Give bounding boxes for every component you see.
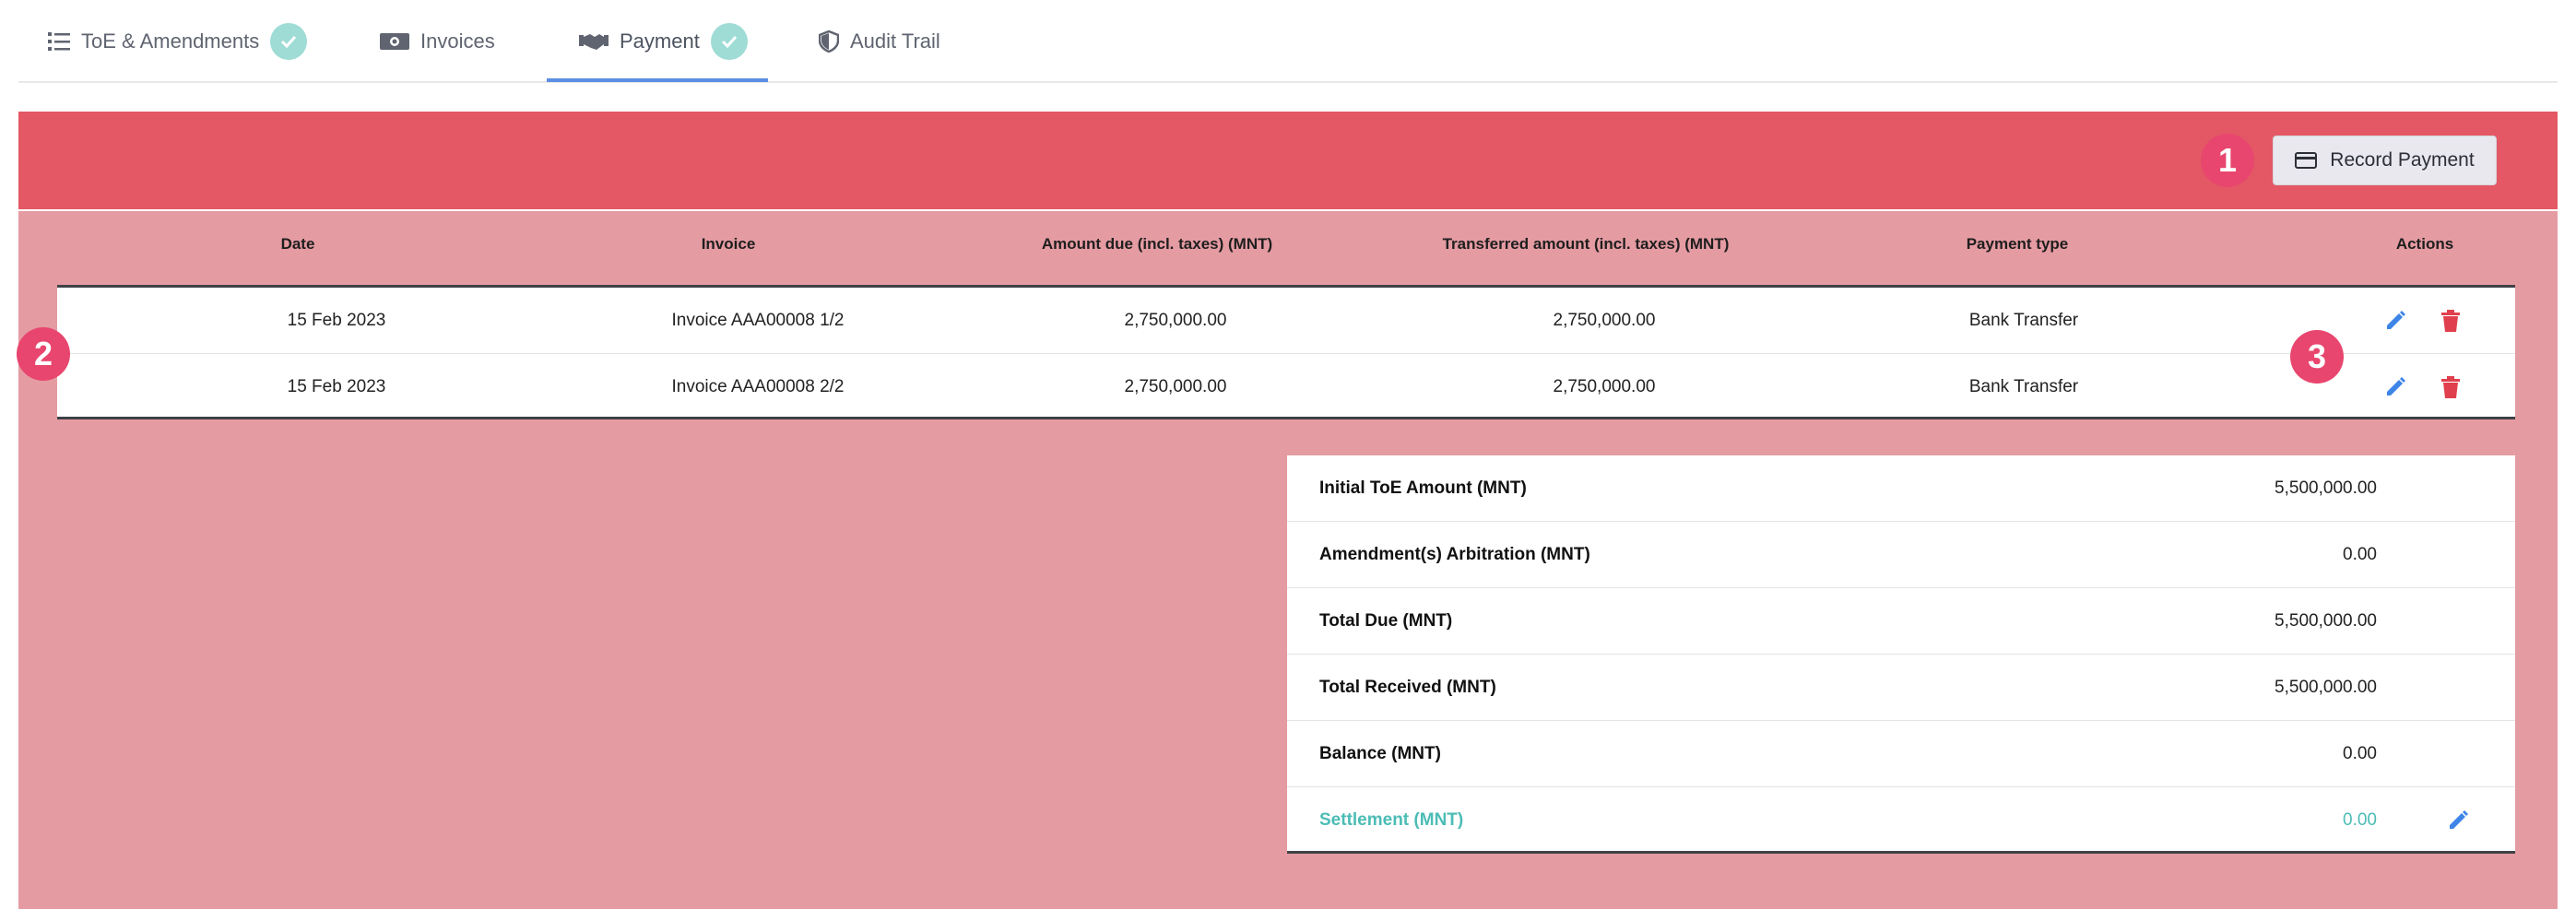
shield-icon [819, 30, 839, 53]
list-icon [48, 31, 70, 52]
trash-icon[interactable] [2438, 308, 2464, 334]
summary-label: Total Received (MNT) [1319, 678, 1496, 697]
table-row: 15 Feb 2023 Invoice AAA00008 2/2 2,750,0… [57, 353, 2515, 419]
tab-bar: ToE & Amendments Invoices Payment Audit … [18, 0, 2558, 83]
summary-label: Balance (MNT) [1319, 744, 1441, 763]
cell-amount-due: 2,750,000.00 [1124, 310, 1227, 330]
credit-card-icon [2295, 152, 2318, 169]
column-header-actions: Actions [2395, 235, 2454, 253]
summary-label: Total Due (MNT) [1319, 611, 1453, 631]
active-tab-indicator [547, 78, 768, 82]
tab-audit-trail[interactable]: Audit Trail [819, 0, 940, 83]
record-payment-label: Record Payment [2330, 149, 2475, 171]
cell-date: 15 Feb 2023 [287, 376, 386, 396]
summary-value: 0.00 [2343, 744, 2377, 763]
cell-amount-due: 2,750,000.00 [1124, 376, 1227, 396]
settlement-label: Settlement (MNT) [1319, 810, 1464, 830]
summary-label: Initial ToE Amount (MNT) [1319, 478, 1527, 498]
cell-transferred: 2,750,000.00 [1553, 310, 1656, 330]
summary-row-balance: Balance (MNT) 0.00 [1287, 721, 2515, 787]
summary-value: 5,500,000.00 [2275, 678, 2377, 697]
column-header-date: Date [280, 235, 315, 253]
column-header-payment-type: Payment type [1966, 235, 2069, 253]
summary-row-total-due: Total Due (MNT) 5,500,000.00 [1287, 588, 2515, 655]
summary-row-amendments: Amendment(s) Arbitration (MNT) 0.00 [1287, 522, 2515, 588]
tab-toe-amendments[interactable]: ToE & Amendments [48, 0, 308, 83]
check-icon [710, 23, 748, 60]
tab-invoices[interactable]: Invoices [380, 0, 495, 83]
money-icon [380, 31, 409, 52]
summary-value: 5,500,000.00 [2275, 611, 2377, 631]
cell-payment-type: Bank Transfer [1968, 376, 2079, 396]
summary-value: 5,500,000.00 [2275, 478, 2377, 498]
summary-row-total-received: Total Received (MNT) 5,500,000.00 [1287, 655, 2515, 721]
handshake-icon [579, 31, 609, 52]
cell-invoice: Invoice AAA00008 2/2 [671, 376, 845, 396]
cell-invoice: Invoice AAA00008 1/2 [671, 310, 845, 330]
summary-label: Amendment(s) Arbitration (MNT) [1319, 545, 1590, 564]
cell-date: 15 Feb 2023 [287, 310, 386, 330]
tab-label: Payment [620, 30, 700, 53]
pencil-icon[interactable] [2382, 308, 2408, 334]
tab-label: Invoices [420, 30, 495, 53]
summary-row-initial-toe: Initial ToE Amount (MNT) 5,500,000.00 [1287, 455, 2515, 522]
check-icon [270, 23, 308, 60]
cell-transferred: 2,750,000.00 [1553, 376, 1656, 396]
summary-row-settlement: Settlement (MNT) 0.00 [1287, 787, 2515, 854]
trash-icon[interactable] [2438, 374, 2464, 400]
column-header-transferred: Transferred amount (incl. taxes) (MNT) [1442, 235, 1730, 253]
record-payment-button[interactable]: Record Payment [2273, 136, 2497, 185]
settlement-value: 0.00 [2343, 810, 2377, 830]
summary-value: 0.00 [2343, 545, 2377, 564]
pencil-icon[interactable] [2382, 374, 2408, 400]
annotation-badge-3: 3 [2290, 330, 2344, 384]
summary-table: Initial ToE Amount (MNT) 5,500,000.00 Am… [1287, 455, 2515, 854]
cell-payment-type: Bank Transfer [1968, 310, 2079, 330]
table-row: 15 Feb 2023 Invoice AAA00008 1/2 2,750,0… [57, 288, 2515, 353]
payment-header-bar [18, 112, 2558, 209]
column-header-amount-due: Amount due (incl. taxes) (MNT) [1041, 235, 1273, 253]
tab-label: ToE & Amendments [81, 30, 260, 53]
tab-label: Audit Trail [850, 30, 940, 53]
annotation-badge-1: 1 [2201, 134, 2254, 187]
payments-table: 15 Feb 2023 Invoice AAA00008 1/2 2,750,0… [57, 285, 2515, 419]
column-header-invoice: Invoice [701, 235, 756, 253]
pencil-icon[interactable] [2445, 808, 2471, 833]
tab-payment[interactable]: Payment [579, 0, 748, 83]
annotation-badge-2: 2 [17, 327, 70, 381]
